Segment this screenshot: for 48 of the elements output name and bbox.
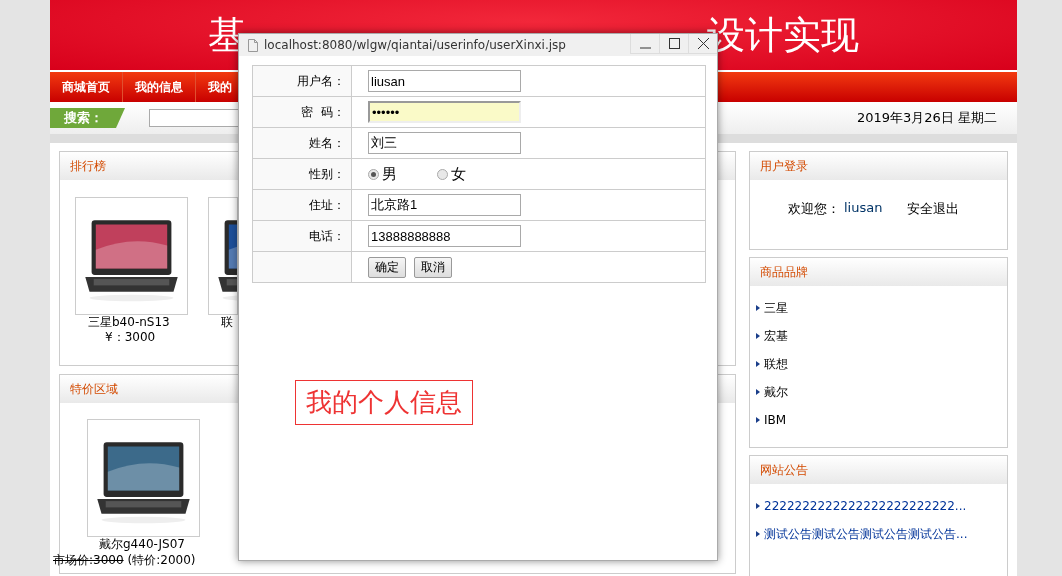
maximize-icon <box>668 38 680 49</box>
brand-link[interactable]: 戴尔 <box>764 383 788 401</box>
document-icon <box>248 38 258 52</box>
form-button[interactable]: 确定 <box>368 256 406 278</box>
date-text: 2019年3月26日 星期二 <box>856 109 997 127</box>
window-title: localhost:8080/wlgw/qiantai/userinfo/userXinxi.jsp <box>264 38 566 52</box>
bullet-icon <box>756 503 760 509</box>
special-price: (特价:2000) <box>127 552 196 569</box>
form-button[interactable]: 取消 <box>414 256 452 278</box>
username-text: liusan <box>844 200 883 217</box>
bullet-icon <box>756 417 760 423</box>
product-price: ¥：3000 <box>104 330 157 344</box>
maximize-button[interactable] <box>659 34 688 54</box>
field-label: 住址： <box>252 189 352 221</box>
text-field[interactable]: 刘三 <box>368 132 521 154</box>
notice-link[interactable]: 2222222222222222222222222... <box>764 499 967 513</box>
text-field[interactable]: 北京路1 <box>368 194 521 216</box>
search-label: 搜索： <box>50 108 125 128</box>
brand-link[interactable]: 宏基 <box>764 327 788 345</box>
bullet-icon <box>756 361 760 367</box>
bullet-icon <box>756 305 760 311</box>
bullet-icon <box>756 333 760 339</box>
notice-link[interactable]: 测试公告测试公告测试公告测试公告... <box>764 525 968 543</box>
product-name[interactable]: 三星b40-nS13 <box>75 315 188 330</box>
close-icon <box>697 38 709 49</box>
brand-link[interactable]: IBM <box>764 413 787 427</box>
text-field[interactable]: •••••• <box>368 101 521 123</box>
text-field[interactable]: liusan <box>368 70 521 92</box>
product-name[interactable]: 戴尔g440-JS07 <box>87 537 200 552</box>
bullet-icon <box>756 531 760 537</box>
minimize-icon <box>639 46 651 49</box>
page-heading: 我的个人信息 <box>295 380 473 425</box>
radio-button[interactable] <box>368 168 379 180</box>
brand-link[interactable]: 三星 <box>764 299 788 317</box>
product-name[interactable]: 联 <box>208 315 238 330</box>
field-label: 性别： <box>252 158 352 190</box>
field-label: 用户名： <box>252 65 352 97</box>
radio-button[interactable] <box>437 168 448 180</box>
brand-link[interactable]: 联想 <box>764 355 788 373</box>
text-field[interactable]: 13888888888 <box>368 225 521 247</box>
welcome-label: 欢迎您： <box>788 200 840 218</box>
field-label: 姓名： <box>252 127 352 159</box>
market-price: 市场价:3000 <box>53 552 124 569</box>
nav-link[interactable]: 我的 <box>196 72 232 102</box>
field-label: 密 码： <box>252 96 352 128</box>
field-label: 电话： <box>252 220 352 252</box>
logout-link[interactable]: 安全退出 <box>907 200 960 218</box>
bullet-icon <box>756 389 760 395</box>
